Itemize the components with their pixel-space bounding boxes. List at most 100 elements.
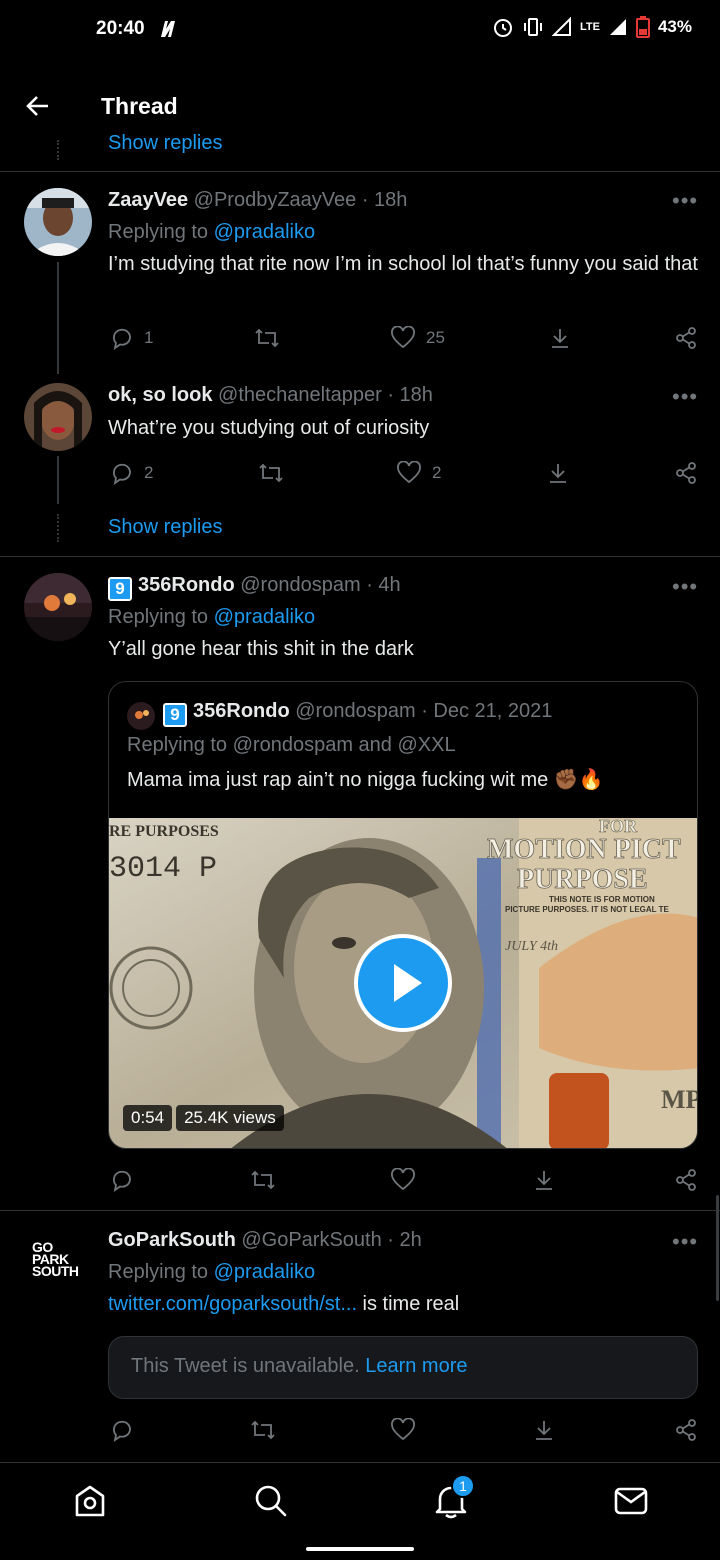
show-replies-peek[interactable]: Show replies [108,132,223,155]
heart-icon [391,1418,415,1441]
display-name[interactable]: GoParkSouth [108,1229,236,1251]
reply-button[interactable] [110,1168,134,1192]
play-button[interactable] [354,934,452,1032]
home-icon[interactable] [74,1484,106,1518]
share-button[interactable] [674,1418,698,1442]
replying-to-link[interactable]: @pradaliko [214,1261,315,1283]
like-button[interactable] [390,1168,416,1192]
download-button[interactable] [532,1168,556,1192]
share-button[interactable] [674,461,698,485]
video-duration: 0:54 [123,1105,173,1131]
download-button[interactable] [546,461,570,485]
display-name[interactable]: ok, so look [108,384,212,406]
display-name[interactable]: 356Rondo [138,574,235,596]
like-button[interactable]: 2 [396,461,441,485]
media-text-re-purposes: RE PURPOSES [109,823,219,840]
like-button[interactable] [390,1418,416,1442]
video-thumbnail[interactable]: RE PURPOSES 3014 P FOR MOTION PICT PURPO… [109,818,698,1148]
replying-to: Replying to @pradaliko [108,221,315,244]
download-button[interactable] [532,1418,556,1442]
share-icon [676,462,696,484]
home-indicator[interactable] [306,1547,414,1551]
status-right: LTE 43% [492,16,692,38]
retweet-button[interactable] [250,1168,276,1192]
reply-button[interactable]: 1 [110,326,153,350]
quote-timestamp: · Dec 21, 2021 [421,700,553,722]
retweet-button[interactable] [254,326,280,350]
tweet-link[interactable]: twitter.com/goparksouth/st... [108,1293,357,1315]
learn-more-link[interactable]: Learn more [365,1355,467,1377]
notification-count-badge: 1 [451,1474,475,1498]
quote-text: Mama ima just rap ain’t no nigga fucking… [127,769,604,791]
more-options-icon[interactable]: ••• [672,574,698,600]
back-arrow-icon[interactable] [24,92,52,120]
quote-tweet-card[interactable]: 9 356Rondo @rondospam · Dec 21, 2021 Repl… [108,681,698,1149]
replying-to: Replying to @pradaliko [108,1261,315,1284]
messages-icon[interactable] [614,1486,648,1516]
goparksouth-logo: GO PARK SOUTH [32,1239,79,1279]
reply-button[interactable] [110,1418,134,1442]
share-button[interactable] [674,1168,698,1192]
show-replies-link[interactable]: Show replies [108,516,223,539]
media-text-date: JULY 4th [505,939,558,954]
scrollbar[interactable] [716,1195,719,1301]
timestamp[interactable]: · 18h [387,384,433,406]
avatar-356rondo[interactable] [24,573,92,641]
bottom-nav: 1 [0,1462,720,1560]
share-button[interactable] [674,326,698,350]
avatar-chaneltapper[interactable] [24,383,92,451]
badge-nine: 9 [163,703,187,727]
share-icon [676,327,696,349]
search-icon[interactable] [254,1484,288,1518]
handle[interactable]: @GoParkSouth [241,1229,381,1251]
download-button[interactable] [548,326,572,350]
download-icon [536,1421,552,1440]
reply-count: 2 [144,463,154,482]
thread-line [57,456,59,504]
avatar-zaayvee[interactable] [24,188,92,256]
download-icon [550,464,566,483]
network-type: LTE [580,21,600,33]
quote-display-name: 356Rondo [193,700,290,722]
battery-percent: 43% [657,17,692,36]
page-title: Thread [101,93,178,119]
quote-meta: 9 356Rondo @rondospam · Dec 21, 2021 [163,700,552,727]
more-options-icon[interactable]: ••• [672,1229,698,1255]
retweet-icon [251,1420,275,1440]
share-icon [676,1419,696,1441]
replying-to-link[interactable]: @pradaliko [214,606,315,628]
play-icon [394,964,422,1002]
video-info: 0:54 25.4K views [123,1105,284,1131]
like-button[interactable]: 25 [390,326,445,350]
handle[interactable]: @thechaneltapper [218,384,382,406]
handle[interactable]: @rondospam [240,574,360,596]
media-text-serial: 3014 P [109,852,217,886]
media-text-note: THIS NOTE IS FOR MOTION [549,895,655,904]
divider [0,556,720,557]
tweet-meta: ZaayVee @ProdbyZaayVee · 18h [108,189,407,212]
timestamp[interactable]: · 2h [387,1229,421,1251]
replying-prefix: Replying to [108,221,209,243]
timestamp[interactable]: · 18h [362,189,408,211]
more-options-icon[interactable]: ••• [672,188,698,214]
video-views: 25.4K views [176,1105,284,1131]
timestamp[interactable]: · 4h [366,574,400,596]
more-options-icon[interactable]: ••• [672,384,698,410]
replying-to-link[interactable]: @pradaliko [214,221,315,243]
retweet-button[interactable] [250,1418,276,1442]
replying-to: Replying to @pradaliko [108,606,315,629]
quote-handle: @rondospam [295,700,416,722]
reply-button[interactable]: 2 [110,461,153,485]
media-text-mp: MP [661,1085,698,1114]
display-name[interactable]: ZaayVee [108,189,188,211]
retweet-icon [255,328,279,348]
media-text-motion: MOTION PICT [487,834,681,865]
thread-dots [57,514,59,542]
avatar-goparksouth[interactable]: GO PARK SOUTH [24,1227,92,1295]
tweet-text: Y’all gone hear this shit in the dark [108,638,414,660]
status-time: 20:40 [96,18,145,39]
handle[interactable]: @ProdbyZaayVee [194,189,357,211]
retweet-button[interactable] [258,461,284,485]
reply-icon [113,463,131,485]
tweet-text: What’re you studying out of curiosity [108,417,430,439]
